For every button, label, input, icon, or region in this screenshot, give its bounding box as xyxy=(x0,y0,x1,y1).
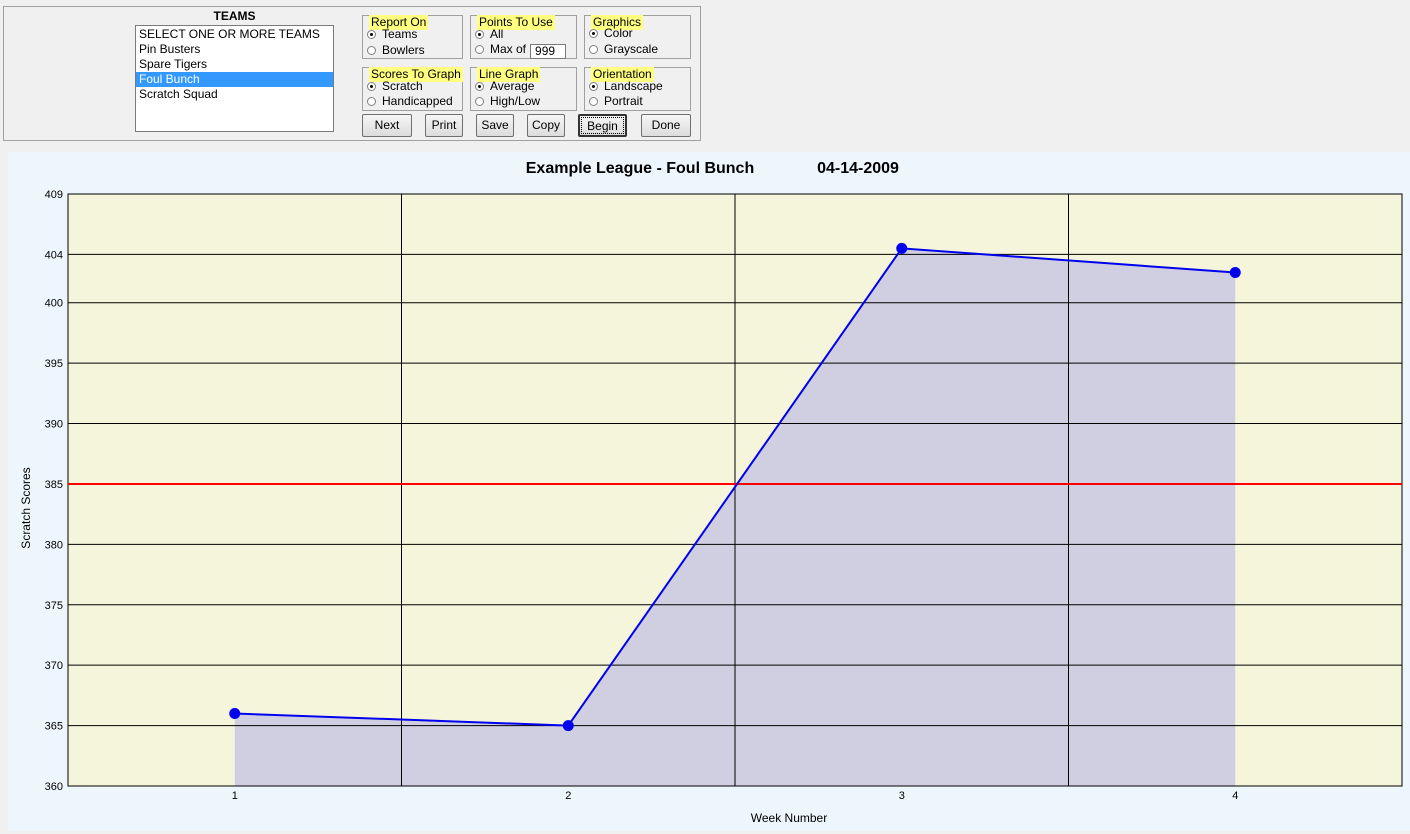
x-tick-label: 2 xyxy=(565,790,571,802)
y-tick-label: 365 xyxy=(45,721,63,733)
orientation-group: Orientation Landscape Portrait xyxy=(584,67,691,111)
radio-label: Teams xyxy=(382,27,418,41)
radio-average[interactable]: Average xyxy=(475,79,534,94)
points-to-use-group: Points To Use All Max of 999 xyxy=(470,15,577,59)
graphics-group: Graphics Color Grayscale xyxy=(584,15,691,59)
radio-label: Average xyxy=(490,79,535,93)
radio-high-low[interactable]: High/Low xyxy=(475,94,540,109)
y-tick-label: 409 xyxy=(45,189,63,201)
y-tick-label: 395 xyxy=(45,358,63,370)
radio-label: Bowlers xyxy=(382,43,425,57)
y-tick-label: 380 xyxy=(45,539,63,551)
y-tick-label: 400 xyxy=(45,298,63,310)
x-axis-label: Week Number xyxy=(751,811,827,825)
data-point xyxy=(896,242,908,254)
radio-label: All xyxy=(490,27,504,41)
teams-listbox[interactable]: SELECT ONE OR MORE TEAMS Pin Busters Spa… xyxy=(135,25,334,132)
y-tick-label: 370 xyxy=(45,660,63,672)
radio-label: Landscape xyxy=(604,79,663,93)
done-button[interactable]: Done xyxy=(641,114,691,137)
team-item-pin-busters[interactable]: Pin Busters xyxy=(136,42,333,57)
radio-circle-icon xyxy=(475,30,484,39)
chart-title: Example League - Foul Bunch xyxy=(526,160,754,177)
radio-scratch[interactable]: Scratch xyxy=(367,79,423,94)
scores-to-graph-group: Scores To Graph Scratch Handicapped xyxy=(362,67,463,111)
y-tick-label: 390 xyxy=(45,419,63,431)
x-tick-label: 1 xyxy=(232,790,238,802)
radio-circle-icon xyxy=(589,45,598,54)
radio-label: High/Low xyxy=(490,94,541,108)
max-of-input[interactable]: 999 xyxy=(530,44,567,59)
team-item-spare-tigers[interactable]: Spare Tigers xyxy=(136,57,333,72)
copy-button[interactable]: Copy xyxy=(527,114,565,137)
radio-label: Max of xyxy=(490,42,527,56)
y-tick-label: 385 xyxy=(45,479,63,491)
y-tick-label: 360 xyxy=(45,781,63,793)
next-button[interactable]: Next xyxy=(362,114,412,137)
y-tick-label: 404 xyxy=(45,249,63,261)
radio-teams[interactable]: Teams xyxy=(367,27,417,42)
radio-all[interactable]: All xyxy=(475,27,503,42)
y-axis-label: Scratch Scores xyxy=(19,467,33,548)
team-item-select-prompt[interactable]: SELECT ONE OR MORE TEAMS xyxy=(136,27,333,42)
radio-bowlers[interactable]: Bowlers xyxy=(367,43,425,58)
score-chart: Example League - Foul Bunch 04-14-2009 3… xyxy=(19,160,1403,825)
radio-circle-icon xyxy=(367,46,376,55)
radio-label: Scratch xyxy=(382,79,423,93)
radio-circle-icon xyxy=(589,82,598,91)
print-button[interactable]: Print xyxy=(425,114,463,137)
data-point xyxy=(229,708,241,720)
team-item-foul-bunch[interactable]: Foul Bunch xyxy=(136,72,333,87)
save-button[interactable]: Save xyxy=(476,114,514,137)
begin-button[interactable]: Begin xyxy=(578,114,627,137)
radio-circle-icon xyxy=(367,97,376,106)
radio-label: Grayscale xyxy=(604,42,659,56)
radio-circle-icon xyxy=(367,30,376,39)
radio-label: Handicapped xyxy=(382,94,453,108)
x-tick-label: 3 xyxy=(899,790,905,802)
radio-handicapped[interactable]: Handicapped xyxy=(367,94,453,109)
radio-circle-icon xyxy=(589,29,598,38)
radio-label: Portrait xyxy=(604,94,643,108)
radio-label: Color xyxy=(604,26,633,40)
line-graph-group: Line Graph Average High/Low xyxy=(470,67,577,111)
data-point xyxy=(562,720,574,732)
radio-circle-icon xyxy=(475,97,484,106)
radio-max-of[interactable]: Max of 999 xyxy=(475,42,567,59)
data-point xyxy=(1229,267,1241,279)
radio-circle-icon xyxy=(367,82,376,91)
teams-title: TEAMS xyxy=(213,9,256,23)
team-item-scratch-squad[interactable]: Scratch Squad xyxy=(136,87,333,102)
radio-color[interactable]: Color xyxy=(589,26,633,41)
radio-grayscale[interactable]: Grayscale xyxy=(589,42,658,57)
radio-circle-icon xyxy=(475,82,484,91)
x-tick-label: 4 xyxy=(1232,790,1238,802)
radio-circle-icon xyxy=(475,45,484,54)
chart-panel: Example League - Foul Bunch 04-14-2009 3… xyxy=(8,152,1410,831)
y-tick-label: 375 xyxy=(45,600,63,612)
radio-landscape[interactable]: Landscape xyxy=(589,79,663,94)
radio-circle-icon xyxy=(589,97,598,106)
radio-portrait[interactable]: Portrait xyxy=(589,94,643,109)
report-on-group: Report On Teams Bowlers xyxy=(362,15,463,59)
chart-date: 04-14-2009 xyxy=(817,160,899,177)
